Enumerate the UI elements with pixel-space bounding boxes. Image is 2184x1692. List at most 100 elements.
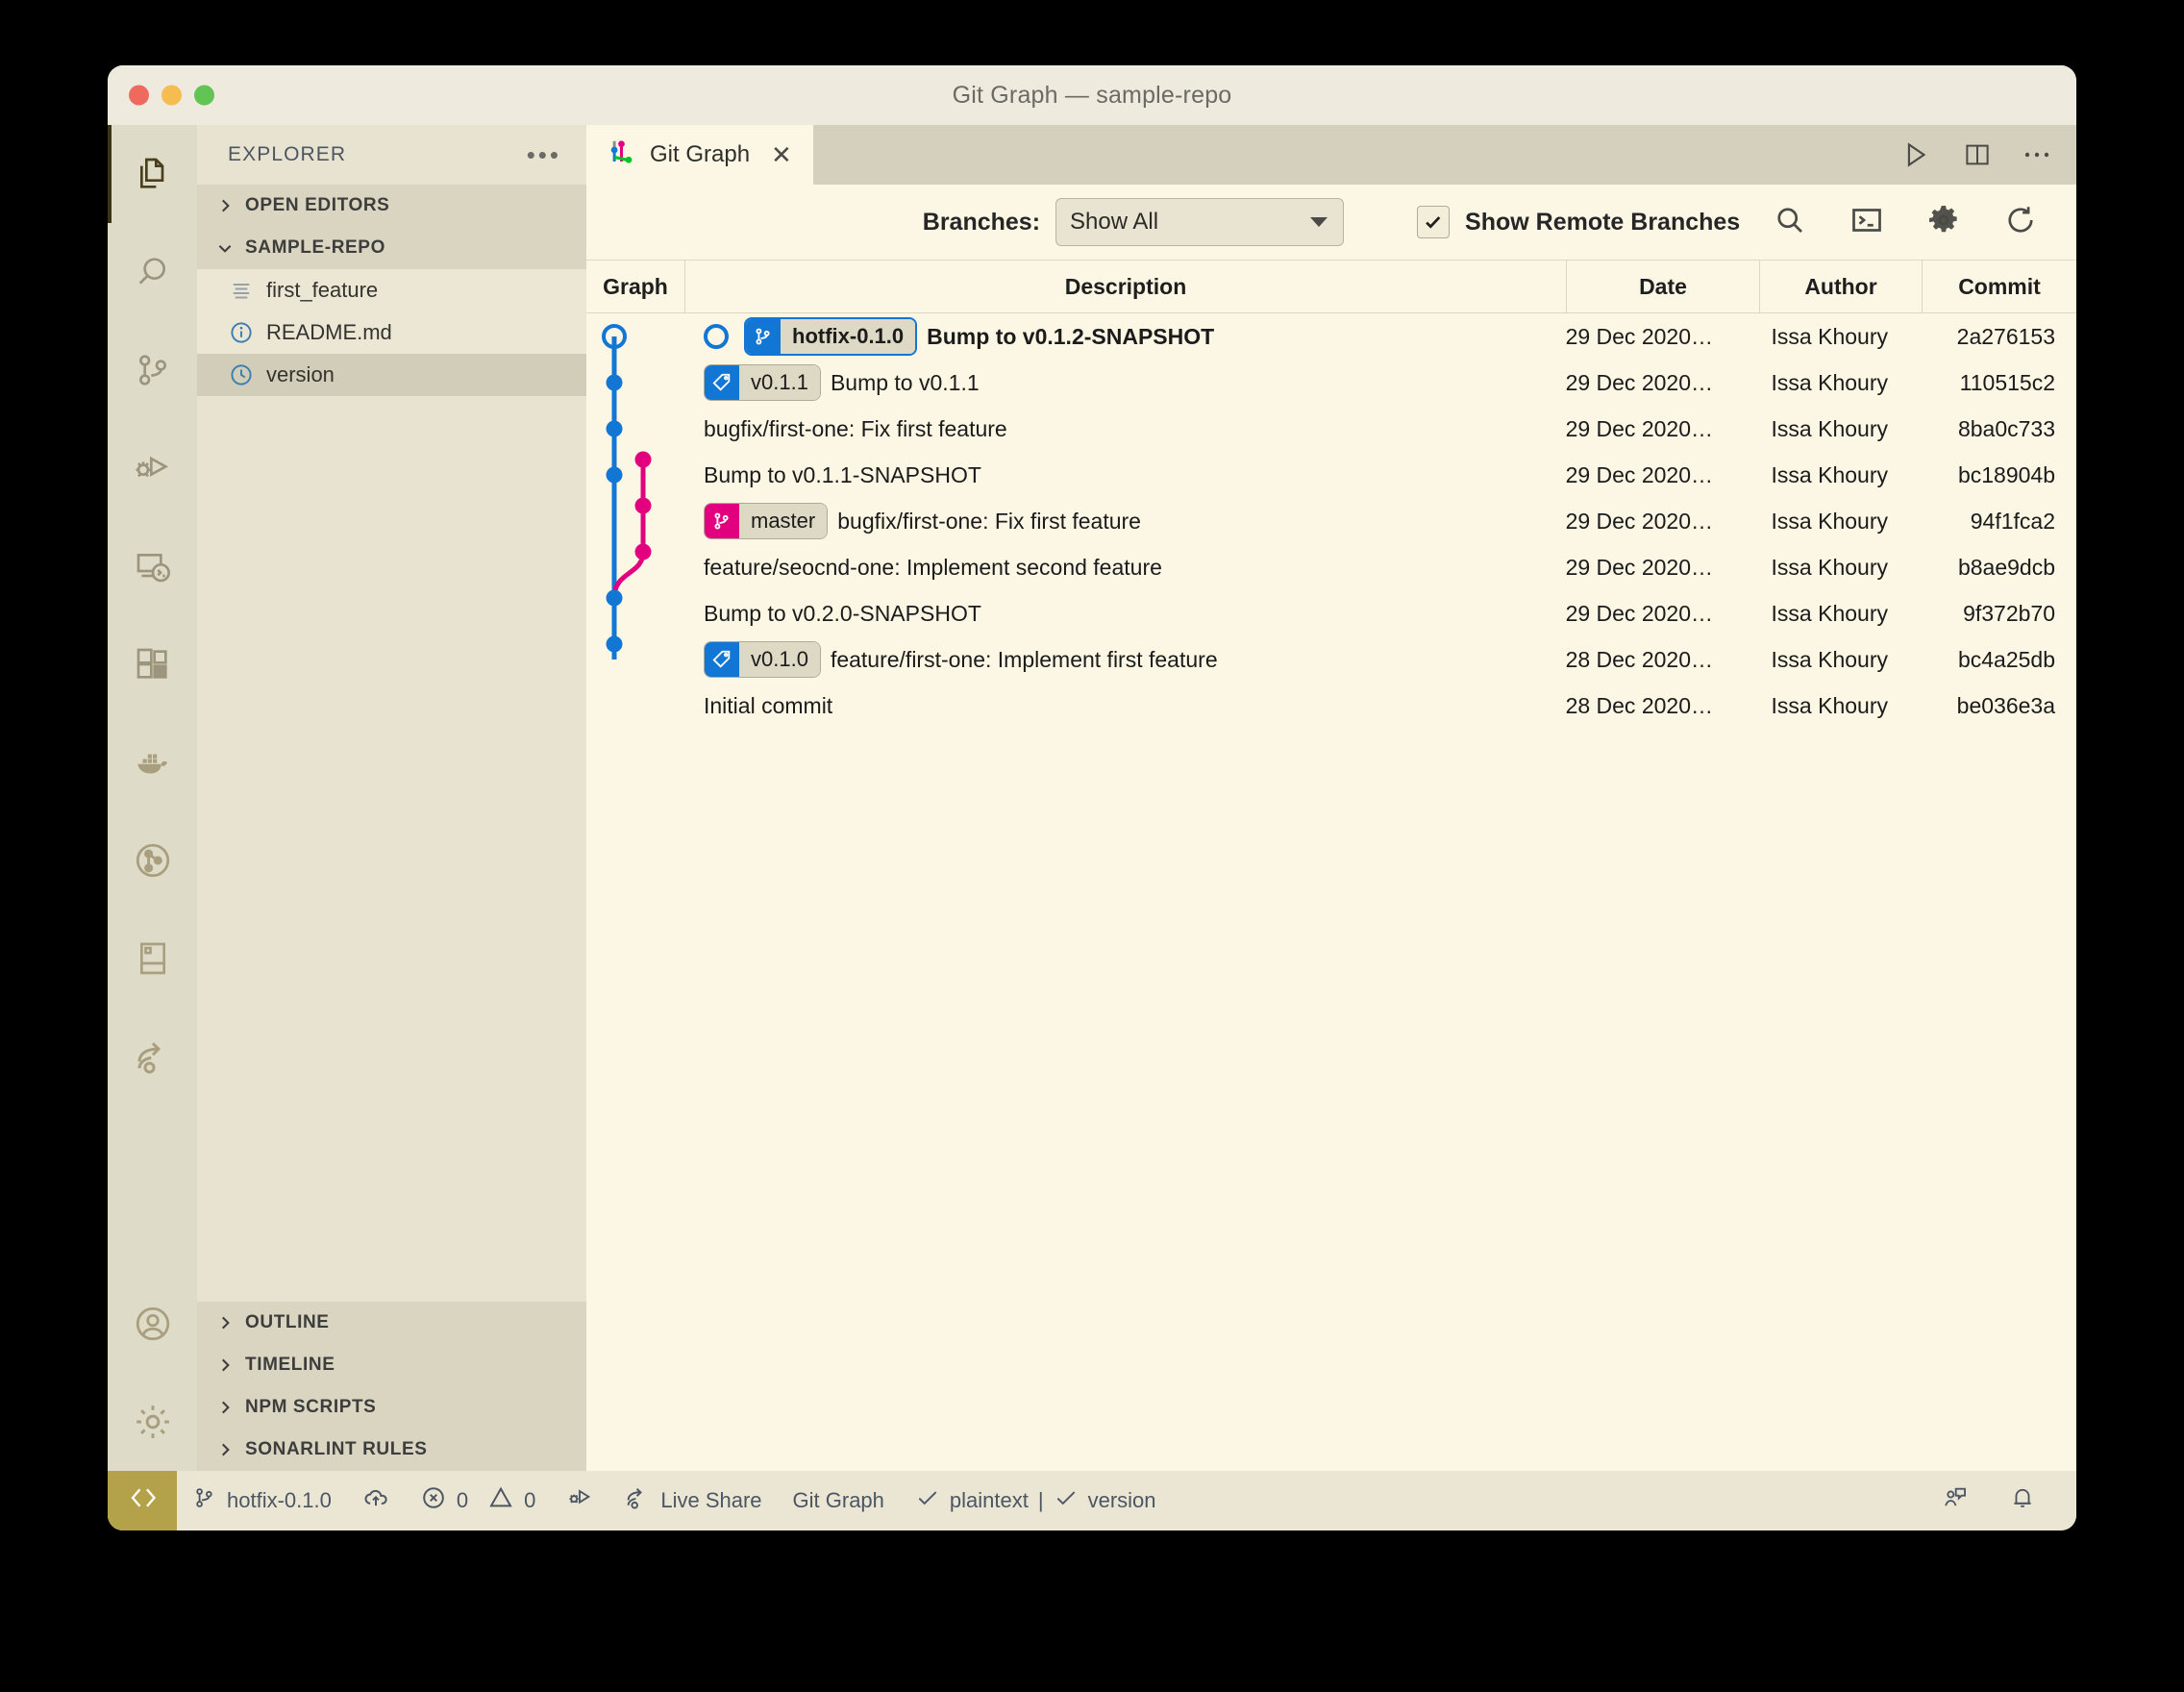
tab-git-graph[interactable]: Git Graph ✕: [586, 125, 813, 185]
row-date-cell: 29 Dec 2020…: [1565, 461, 1713, 487]
bell-icon: [2009, 1484, 2036, 1517]
activity-run-and-debug[interactable]: [108, 419, 197, 517]
status-live-share[interactable]: Live Share: [608, 1471, 777, 1530]
activity-explorer[interactable]: [108, 125, 197, 223]
row-graph-cell: [586, 636, 684, 683]
column-header-date[interactable]: Date: [1567, 261, 1760, 312]
more-actions-icon[interactable]: [2023, 148, 2051, 162]
table-row[interactable]: Initial commit 28 Dec 2020… Issa Khoury …: [586, 683, 2076, 729]
status-language[interactable]: plaintext | version: [900, 1471, 1172, 1530]
file-item-readme[interactable]: README.md: [197, 311, 586, 354]
row-graph-cell: [586, 452, 684, 498]
status-feedback[interactable]: [1926, 1471, 1984, 1530]
row-author-cell: Issa Khoury: [1771, 369, 1888, 395]
sidebar-section-npm-scripts[interactable]: NPM SCRIPTS: [197, 1386, 586, 1429]
status-separator: |: [1037, 1488, 1044, 1512]
ref-badge-master-branch[interactable]: master: [704, 503, 829, 539]
row-commit-cell: 2a276153: [1956, 323, 2055, 349]
table-row[interactable]: feature/seocnd-one: Implement second fea…: [586, 544, 2076, 590]
ref-badge-label: v0.1.0: [739, 642, 820, 677]
search-icon[interactable]: [1773, 203, 1807, 242]
row-author-cell: Issa Khoury: [1771, 461, 1888, 487]
run-icon[interactable]: [1899, 138, 1932, 171]
activity-search[interactable]: [108, 223, 197, 321]
ref-badge-tag[interactable]: v0.1.0: [704, 641, 821, 678]
show-remote-branches-checkbox[interactable]: [1417, 206, 1451, 238]
ref-badge-head-branch[interactable]: hotfix-0.1.0: [744, 317, 918, 356]
table-row[interactable]: v0.1.1 Bump to v0.1.1 29 Dec 2020… Issa …: [586, 360, 2076, 406]
table-row[interactable]: v0.1.0 feature/first-one: Implement firs…: [586, 636, 2076, 683]
maximize-window-button[interactable]: [194, 85, 214, 106]
commit-subject: bugfix/first-one: Fix first feature: [704, 415, 1007, 441]
row-description-cell: Initial commit: [684, 683, 1521, 729]
row-commit-cell: b8ae9dcb: [1957, 554, 2055, 580]
row-description-cell: Bump to v0.2.0-SNAPSHOT: [684, 590, 1521, 636]
row-description-cell: Bump to v0.1.1-SNAPSHOT: [684, 452, 1521, 498]
row-graph-cell: [586, 683, 684, 729]
column-header-commit[interactable]: Commit: [1923, 261, 2076, 312]
status-language-label: plaintext: [949, 1488, 1029, 1512]
file-item-version[interactable]: version: [197, 354, 586, 396]
column-header-author[interactable]: Author: [1760, 261, 1923, 312]
explorer-sidebar: EXPLORER ••• OPEN EDITORS SAMPLE-REPO fi…: [197, 125, 586, 1471]
table-row[interactable]: master bugfix/first-one: Fix first featu…: [586, 498, 2076, 544]
gear-icon[interactable]: [1926, 203, 1961, 242]
sidebar-section-label: NPM SCRIPTS: [245, 1397, 377, 1417]
activity-live-share[interactable]: [108, 1008, 197, 1106]
commit-subject: feature/first-one: Implement first featu…: [830, 646, 1218, 672]
gear-icon: [132, 1401, 174, 1443]
ref-badge-tag[interactable]: v0.1.1: [704, 364, 821, 401]
table-row[interactable]: Bump to v0.2.0-SNAPSHOT 29 Dec 2020… Iss…: [586, 590, 2076, 636]
status-sync[interactable]: [347, 1471, 405, 1530]
sidebar-more-icon[interactable]: •••: [527, 142, 561, 167]
column-header-graph[interactable]: Graph: [586, 261, 685, 312]
close-icon[interactable]: ✕: [771, 140, 792, 170]
activity-extensions[interactable]: [108, 615, 197, 713]
status-notifications[interactable]: [1994, 1471, 2051, 1530]
activity-source-control[interactable]: [108, 321, 197, 419]
file-item-first-feature[interactable]: first_feature: [197, 269, 586, 311]
branches-dropdown[interactable]: Show All: [1055, 198, 1345, 246]
status-debug[interactable]: [551, 1471, 608, 1530]
activity-todo-tree[interactable]: [108, 909, 197, 1008]
sidebar-section-sonarlint-rules[interactable]: SONARLINT RULES: [197, 1429, 586, 1471]
status-branch[interactable]: hotfix-0.1.0: [177, 1471, 347, 1530]
row-author-cell: Issa Khoury: [1771, 508, 1888, 534]
table-row[interactable]: bugfix/first-one: Fix first feature 29 D…: [586, 406, 2076, 452]
remote-window-indicator[interactable]: [108, 1471, 177, 1530]
status-problems[interactable]: 0 0: [405, 1471, 552, 1530]
files-icon: [134, 155, 172, 193]
remote-window-icon: [128, 1483, 157, 1518]
commit-table: Graph Description Date Author Commit hot…: [586, 260, 2076, 1471]
activity-accounts[interactable]: [108, 1275, 197, 1373]
sidebar-section-outline[interactable]: OUTLINE: [197, 1302, 586, 1344]
tab-label: Git Graph: [650, 141, 751, 167]
sidebar-section-sample-repo[interactable]: SAMPLE-REPO: [197, 227, 586, 269]
row-commit-cell: 9f372b70: [1963, 600, 2055, 626]
status-git-graph-label: Git Graph: [792, 1488, 884, 1512]
commit-subject: Bump to v0.2.0-SNAPSHOT: [704, 600, 981, 626]
panel-layout-icon: [134, 939, 172, 978]
activity-settings[interactable]: [108, 1373, 197, 1471]
source-control-icon: [134, 351, 172, 389]
tag-icon: [705, 642, 739, 677]
table-row[interactable]: hotfix-0.1.0 Bump to v0.1.2-SNAPSHOT 29 …: [586, 313, 2076, 360]
activity-docker[interactable]: [108, 713, 197, 811]
row-description-cell: hotfix-0.1.0 Bump to v0.1.2-SNAPSHOT: [684, 313, 1521, 360]
show-remote-branches-group[interactable]: Show Remote Branches: [1417, 206, 1740, 238]
close-window-button[interactable]: [129, 85, 149, 106]
activity-gitlens[interactable]: [108, 811, 197, 909]
split-editor-icon[interactable]: [1963, 140, 1992, 169]
terminal-icon[interactable]: [1849, 203, 1884, 242]
commit-subject: Bump to v0.1.2-SNAPSHOT: [927, 323, 1215, 349]
chevron-right-icon: [216, 1314, 234, 1331]
chevron-right-icon: [216, 1356, 234, 1374]
sidebar-section-timeline[interactable]: TIMELINE: [197, 1344, 586, 1386]
minimize-window-button[interactable]: [161, 85, 182, 106]
status-git-graph[interactable]: Git Graph: [778, 1471, 900, 1530]
activity-remote-explorer[interactable]: [108, 517, 197, 615]
column-header-description[interactable]: Description: [685, 261, 1567, 312]
refresh-icon[interactable]: [2003, 203, 2038, 242]
table-row[interactable]: Bump to v0.1.1-SNAPSHOT 29 Dec 2020… Iss…: [586, 452, 2076, 498]
sidebar-section-open-editors[interactable]: OPEN EDITORS: [197, 185, 586, 227]
